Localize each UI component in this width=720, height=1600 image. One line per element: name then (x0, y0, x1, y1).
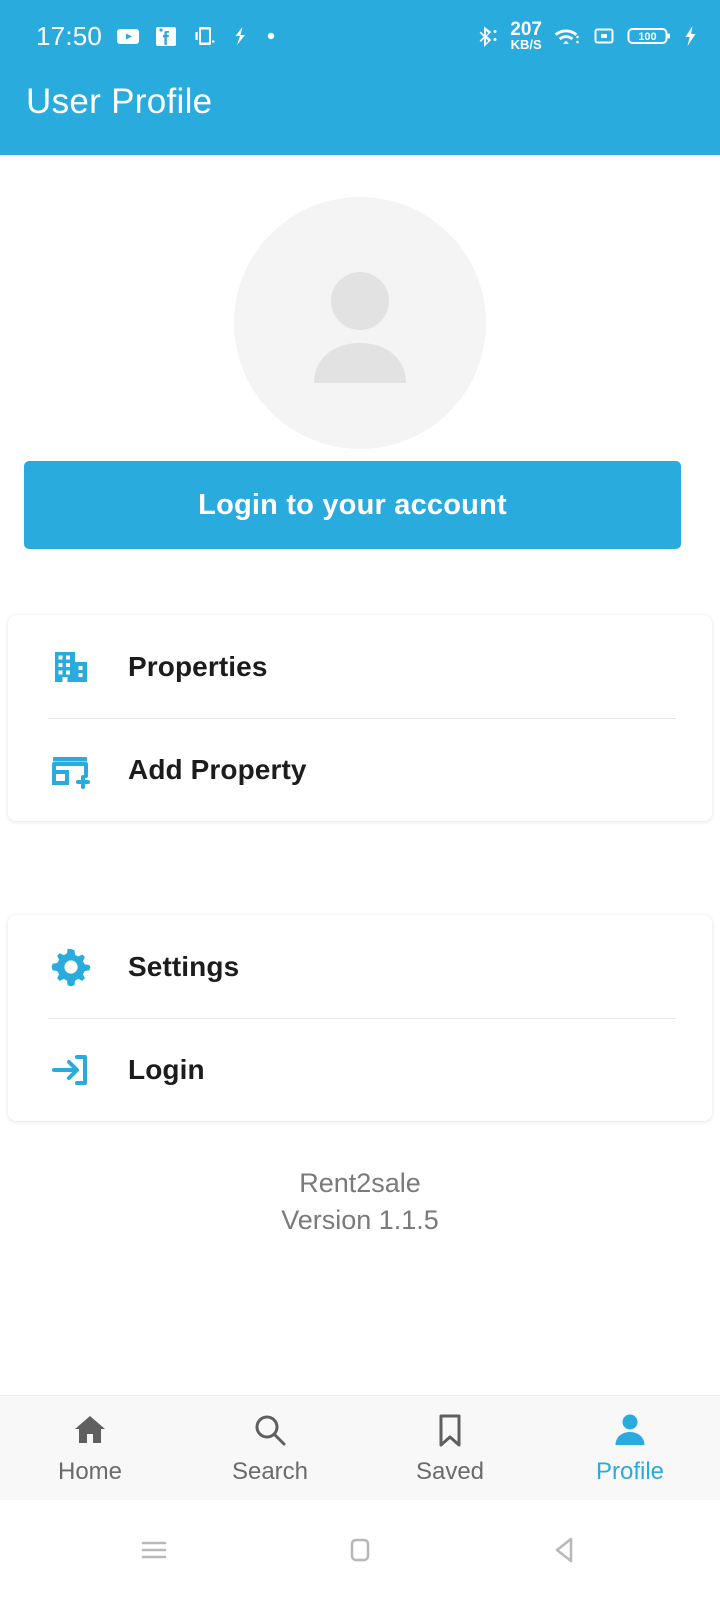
login-arrow-icon (40, 1046, 102, 1094)
status-bar-left: 17:50 (36, 21, 278, 52)
nav-item-label: Home (57, 1457, 123, 1485)
menu-item-settings[interactable]: Settings (8, 915, 712, 1019)
page-title: User Profile (26, 82, 213, 121)
home-icon (75, 1415, 105, 1443)
charging-bolt-icon (685, 25, 696, 46)
status-clock: 17:50 (36, 20, 103, 51)
menu-item-properties[interactable]: Properties (8, 615, 712, 719)
svg-text:100: 100 (638, 31, 656, 43)
screen-record-icon (594, 28, 614, 44)
nav-item-search[interactable]: Search (180, 1396, 360, 1500)
nav-item-profile[interactable]: Profile (540, 1396, 720, 1500)
system-navigation-bar (0, 1500, 720, 1600)
person-placeholder-icon (314, 272, 406, 383)
home-square-icon[interactable] (332, 1522, 388, 1578)
buildings-icon (40, 643, 102, 691)
dot-icon (267, 32, 275, 40)
menu-item-label: Settings (128, 950, 240, 982)
nav-item-label: Search (231, 1457, 309, 1485)
menu-item-label: Add Property (128, 753, 307, 785)
menu-item-label: Properties (128, 650, 268, 682)
wifi-icon (554, 29, 579, 44)
nav-item-home[interactable]: Home (0, 1396, 180, 1500)
nav-item-saved[interactable]: Saved (360, 1396, 540, 1500)
search-icon (255, 1415, 286, 1445)
status-bar-right: 207 KB/S 100 (475, 20, 698, 52)
network-speed: 207 KB/S (510, 20, 542, 52)
app-name: Rent2sale (299, 1168, 421, 1198)
menu-item-label: Login (128, 1053, 205, 1085)
bookmark-icon (439, 1414, 461, 1446)
nav-item-label: Saved (415, 1457, 485, 1485)
back-triangle-icon[interactable] (538, 1522, 594, 1578)
add-store-icon (40, 746, 102, 794)
app-info: Rent2sale Version 1.1.5 (0, 1165, 720, 1240)
nav-item-label: Profile (595, 1457, 665, 1485)
property-menu-card: Properties Add Property (8, 615, 712, 821)
youtube-icon (117, 29, 140, 44)
avatar[interactable] (234, 197, 486, 449)
battery-icon: 100 (627, 27, 670, 44)
network-speed-unit: KB/S (510, 36, 542, 52)
person-icon (615, 1414, 645, 1445)
app-bar: 17:50 207 KB/S 100 User Profile (0, 0, 720, 155)
menu-item-login[interactable]: Login (8, 1018, 712, 1121)
facebook-messenger-icon (156, 27, 177, 46)
bottom-navigation: Home Search Saved Profile (0, 1395, 720, 1500)
main-content: Login to your account Properties Add Pro… (0, 155, 720, 1395)
gear-icon (40, 943, 102, 991)
status-bar: 17:50 207 KB/S 100 (0, 0, 720, 72)
app-screen: 17:50 207 KB/S 100 User Profile Login to… (0, 0, 720, 1600)
login-to-account-button[interactable]: Login to your account (24, 461, 681, 549)
app-version: Version 1.1.5 (281, 1205, 439, 1236)
app-notification-icon (195, 27, 215, 45)
bluetooth-icon (479, 26, 497, 47)
avatar-container (0, 197, 720, 449)
account-menu-card: Settings Login (8, 915, 712, 1121)
flash-icon (235, 27, 246, 45)
menu-item-add-property[interactable]: Add Property (8, 718, 712, 821)
recents-icon[interactable] (126, 1522, 182, 1578)
